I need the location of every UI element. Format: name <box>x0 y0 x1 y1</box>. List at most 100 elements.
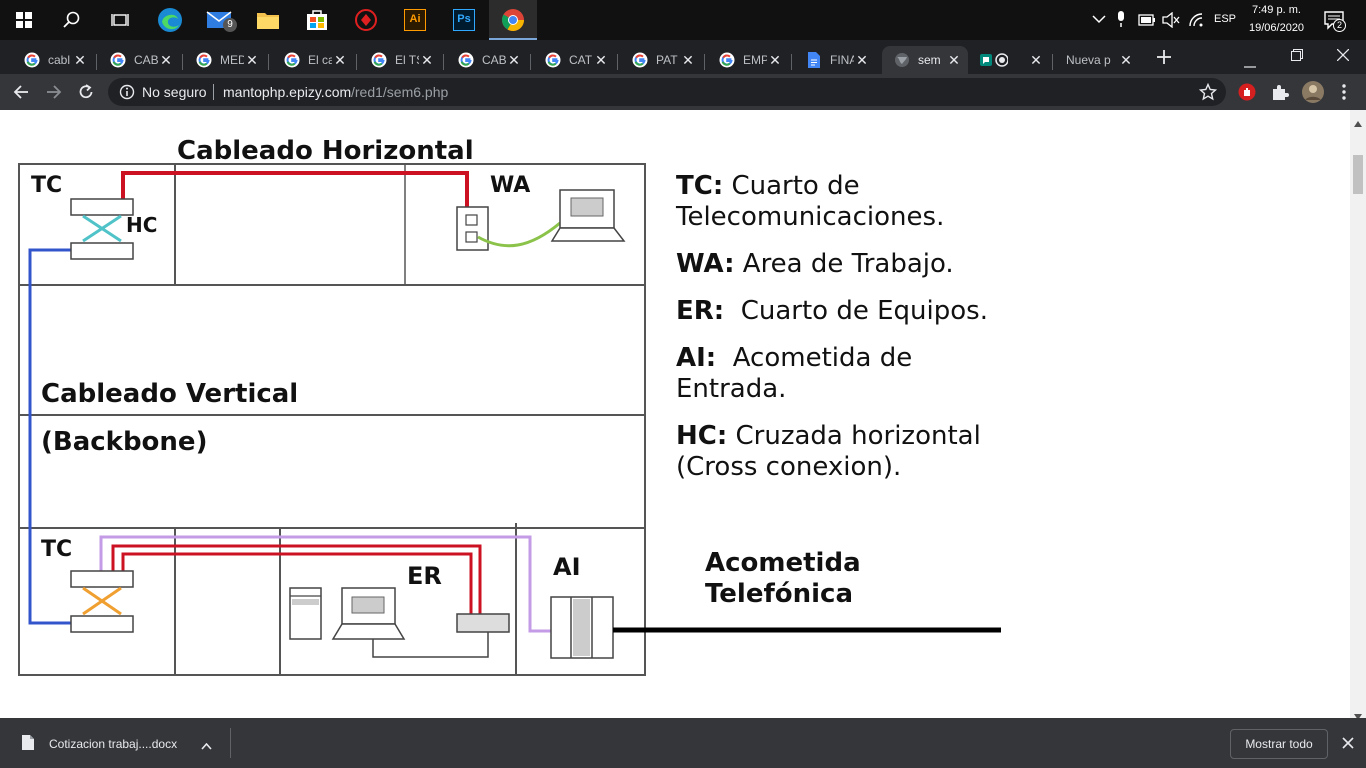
tab-close-icon[interactable]: ✕ <box>332 52 348 69</box>
extensions-puzzle-icon[interactable] <box>1271 83 1289 106</box>
browser-tab[interactable]: EMP ✕ <box>707 46 789 74</box>
browser-toolbar: No seguro mantophp.epizy.com /red1/sem6.… <box>0 74 1366 110</box>
language-indicator[interactable]: ESP <box>1214 13 1236 25</box>
equipment-patch-panel <box>456 613 510 633</box>
tab-separator <box>96 54 97 70</box>
microphone-icon[interactable] <box>1116 11 1126 30</box>
tab-label: Nueva p <box>1066 53 1111 67</box>
edge-icon[interactable] <box>146 0 194 40</box>
browser-tab[interactable]: CAB ✕ <box>446 46 528 74</box>
back-icon[interactable] <box>13 84 29 105</box>
legend-item-tc: TC: Cuarto de <box>676 171 860 201</box>
tab-close-icon[interactable]: ✕ <box>680 52 696 69</box>
url-path: /red1/sem6.php <box>351 84 449 100</box>
tab-close-icon[interactable]: ✕ <box>593 52 609 69</box>
tab-close-icon[interactable]: ✕ <box>854 52 870 69</box>
browser-tab[interactable]: cabl ✕ <box>12 46 94 74</box>
google-icon <box>458 52 474 68</box>
new-tab-icon[interactable] <box>1156 49 1172 70</box>
address-divider <box>213 84 214 100</box>
menu-kebab-icon[interactable] <box>1342 84 1346 105</box>
scroll-up-icon[interactable] <box>1354 114 1362 132</box>
page-scrollbar[interactable] <box>1350 110 1366 720</box>
globe-icon <box>894 52 910 68</box>
tab-close-icon[interactable]: ✕ <box>1028 52 1044 69</box>
vertical-cabling-title: Cableado Vertical <box>41 379 298 409</box>
chrome-icon[interactable] <box>489 0 537 40</box>
tab-close-icon[interactable]: ✕ <box>419 52 435 69</box>
reload-icon[interactable] <box>78 84 94 105</box>
browser-tab[interactable]: CAT ✕ <box>533 46 615 74</box>
tab-close-icon[interactable]: ✕ <box>158 52 174 69</box>
restore-icon[interactable] <box>1291 48 1303 66</box>
tab-label: cabl <box>48 53 71 67</box>
label-wa: WA <box>490 173 530 198</box>
scroll-thumb[interactable] <box>1353 155 1363 194</box>
browser-tab[interactable]: sem ✕ <box>882 46 968 74</box>
search-icon[interactable] <box>48 0 96 40</box>
legend-item-wa: WA: Area de Trabajo. <box>676 249 954 279</box>
mail-icon[interactable]: 9 <box>196 0 244 40</box>
clock-time[interactable]: 7:49 p. m. <box>1252 4 1301 16</box>
tab-label: sem <box>918 53 941 67</box>
task-view-icon[interactable] <box>96 0 144 40</box>
tab-close-icon[interactable]: ✕ <box>72 52 88 69</box>
browser-tab[interactable]: FINA ✕ <box>794 46 876 74</box>
page-content: Cableado Horizontal Cableado Vertical (B… <box>0 110 1350 718</box>
browser-tab[interactable]: El TS✕ <box>359 46 441 74</box>
windows-start-icon[interactable] <box>0 0 48 40</box>
download-shelf: Cotizacion trabaj....docx Mostrar todo <box>0 718 1366 768</box>
store-icon[interactable] <box>293 0 341 40</box>
tab-close-icon[interactable]: ✕ <box>1118 52 1134 69</box>
legend-item-hc: HC: Cruzada horizontal <box>676 421 981 451</box>
browser-tab[interactable]: CAB ✕ <box>98 46 180 74</box>
tab-close-icon[interactable]: ✕ <box>506 52 522 69</box>
close-window-icon[interactable] <box>1336 48 1350 66</box>
photoshop-icon[interactable]: Ps <box>440 0 488 40</box>
browser-tab[interactable]: PAT ✕ <box>620 46 702 74</box>
tab-separator <box>617 54 618 70</box>
tab-close-icon[interactable]: ✕ <box>767 52 783 69</box>
server-tower-icon <box>289 587 322 640</box>
google-icon <box>632 52 648 68</box>
url-host: mantophp.epizy.com <box>223 84 352 100</box>
wifi-icon[interactable] <box>1188 12 1204 31</box>
tab-label: CAT <box>569 53 593 67</box>
download-item[interactable]: Cotizacion trabaj....docx <box>0 718 230 768</box>
horizontal-cabling-title: Cableado Horizontal <box>177 136 474 166</box>
tab-close-icon[interactable]: ✕ <box>244 52 260 69</box>
tab-separator <box>1052 54 1053 70</box>
system-tray: ESP 7:49 p. m. 19/06/2020 2 <box>1086 0 1366 40</box>
label-hc: HC <box>126 213 157 237</box>
tab-separator <box>443 54 444 70</box>
chevron-up-icon[interactable] <box>201 739 212 753</box>
browser-tab[interactable]: ✕ <box>968 46 1050 74</box>
forward-icon[interactable] <box>46 84 62 105</box>
battery-icon[interactable] <box>1138 14 1156 29</box>
show-all-button[interactable]: Mostrar todo <box>1230 729 1328 759</box>
profile-avatar-icon[interactable] <box>1302 81 1324 108</box>
address-bar[interactable]: No seguro mantophp.epizy.com /red1/sem6.… <box>108 78 1226 106</box>
bookmark-star-icon[interactable] <box>1198 82 1218 104</box>
illustrator-icon[interactable]: Ai <box>391 0 439 40</box>
red-app-icon[interactable] <box>342 0 390 40</box>
speaker-muted-icon[interactable] <box>1162 11 1180 31</box>
browser-tab[interactable]: El ca ✕ <box>272 46 354 74</box>
tab-separator <box>791 54 792 70</box>
security-label[interactable]: No seguro <box>142 84 207 100</box>
google-icon <box>545 52 561 68</box>
google-icon <box>284 52 300 68</box>
chevron-up-icon[interactable] <box>1092 13 1106 27</box>
file-explorer-icon[interactable] <box>244 0 292 40</box>
extension-red-icon[interactable] <box>1238 83 1256 106</box>
minimize-icon[interactable] <box>1244 55 1256 73</box>
tab-close-icon[interactable]: ✕ <box>946 52 962 69</box>
browser-tab[interactable]: Nueva p ✕ <box>1054 46 1140 74</box>
tab-label: El TS <box>395 53 419 67</box>
notification-icon[interactable]: 2 <box>1324 10 1346 33</box>
google-icon <box>196 52 212 68</box>
browser-tab[interactable]: MED ✕ <box>184 46 266 74</box>
clock-date[interactable]: 19/06/2020 <box>1249 22 1304 34</box>
close-shelf-icon[interactable] <box>1342 737 1354 752</box>
info-icon[interactable] <box>119 84 135 103</box>
